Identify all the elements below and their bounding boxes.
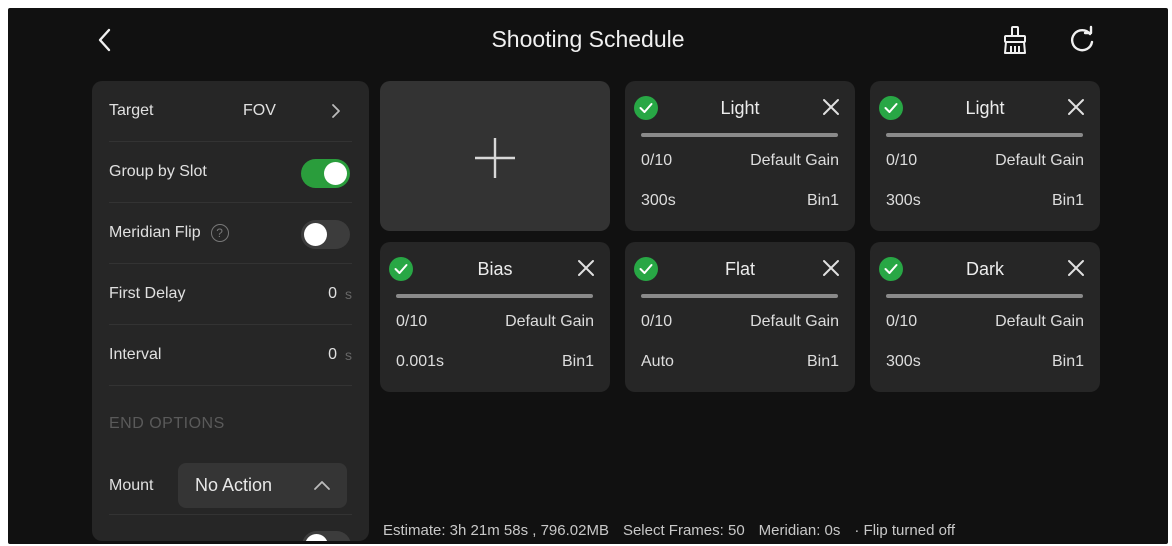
close-icon[interactable] xyxy=(821,97,841,117)
first-delay-row[interactable]: First Delay 0 s xyxy=(109,264,352,325)
exposure-value: 0.001s xyxy=(396,353,445,370)
meridian-flip-row: Meridian Flip? xyxy=(109,203,352,264)
close-icon[interactable] xyxy=(1066,258,1086,278)
frame-count: 0/10 xyxy=(641,152,673,169)
frame-count: 0/10 xyxy=(886,152,918,169)
clear-button[interactable] xyxy=(1000,24,1030,56)
progress-bar xyxy=(886,294,1083,298)
mount-selected-value: No Action xyxy=(195,475,273,495)
frame-card-light[interactable]: Light 0/10 Default Gain 300s Bin1 xyxy=(870,81,1100,231)
estimate-text: Estimate: 3h 21m 58s , 796.02MB xyxy=(383,522,609,539)
frame-card-light[interactable]: Light 0/10 Default Gain 300s Bin1 xyxy=(625,81,855,231)
settings-panel: Target FOV Group by Slot Meridian Flip? … xyxy=(92,81,369,541)
add-frame-button[interactable] xyxy=(380,81,610,231)
exposure-value: Auto xyxy=(641,353,674,370)
exposure-value: 300s xyxy=(886,192,921,209)
first-delay-unit: s xyxy=(345,286,352,302)
bin-value: Bin1 xyxy=(1051,353,1084,370)
plus-icon xyxy=(475,138,515,178)
exposure-value: 300s xyxy=(886,353,921,370)
bin-value: Bin1 xyxy=(806,192,839,209)
progress-bar xyxy=(886,133,1083,137)
toggle-knob xyxy=(305,534,328,541)
select-frames-text: Select Frames: 50 xyxy=(622,522,745,539)
end-option-toggle[interactable] xyxy=(302,531,351,541)
chevron-up-icon xyxy=(314,481,330,490)
exposure-value: 300s xyxy=(641,192,676,209)
meridian-flip-label: Meridian Flip xyxy=(109,224,201,241)
mount-label: Mount xyxy=(109,477,154,494)
frame-count: 0/10 xyxy=(641,313,673,330)
app-screen: Shooting Schedule Target FOV Group by Sl… xyxy=(8,8,1168,544)
end-options-heading: END OPTIONS xyxy=(109,415,225,432)
gain-value: Default Gain xyxy=(505,313,594,330)
frame-card-bias[interactable]: Bias 0/10 Default Gain 0.001s Bin1 xyxy=(380,242,610,392)
interval-label: Interval xyxy=(109,346,162,363)
gain-value: Default Gain xyxy=(750,313,839,330)
toggle-knob xyxy=(324,162,347,185)
bin-value: Bin1 xyxy=(561,353,594,370)
frame-card-flat[interactable]: Flat 0/10 Default Gain Auto Bin1 xyxy=(625,242,855,392)
meridian-flip-toggle[interactable] xyxy=(301,220,350,249)
top-bar: Shooting Schedule xyxy=(8,8,1168,72)
gain-value: Default Gain xyxy=(750,152,839,169)
group-by-slot-row: Group by Slot xyxy=(109,142,352,203)
chevron-right-icon xyxy=(332,104,340,118)
close-icon[interactable] xyxy=(1066,97,1086,117)
meridian-text: Meridian: 0s xyxy=(758,522,841,539)
page-title: Shooting Schedule xyxy=(491,26,685,52)
gain-value: Default Gain xyxy=(995,152,1084,169)
progress-bar xyxy=(396,294,593,298)
broom-icon xyxy=(1004,26,1026,54)
target-value: FOV xyxy=(243,102,276,119)
interval-row[interactable]: Interval 0 s xyxy=(109,325,352,386)
target-label: Target xyxy=(109,102,154,119)
bin-value: Bin1 xyxy=(806,353,839,370)
close-icon[interactable] xyxy=(821,258,841,278)
first-delay-value[interactable]: 0 xyxy=(328,285,337,303)
frame-count: 0/10 xyxy=(396,313,428,330)
refresh-button[interactable] xyxy=(1066,24,1098,56)
interval-unit: s xyxy=(345,347,352,363)
frame-card-dark[interactable]: Dark 0/10 Default Gain 300s Bin1 xyxy=(870,242,1100,392)
flip-status-text: · Flip turned off xyxy=(854,522,955,539)
divider xyxy=(109,514,352,515)
mount-select[interactable]: No Action xyxy=(178,463,347,508)
progress-bar xyxy=(641,133,838,137)
toggle-knob xyxy=(304,223,327,246)
first-delay-label: First Delay xyxy=(109,285,186,302)
refresh-icon xyxy=(1071,25,1094,52)
help-icon[interactable]: ? xyxy=(210,224,229,242)
gain-value: Default Gain xyxy=(995,313,1084,330)
frame-count: 0/10 xyxy=(886,313,918,330)
interval-value[interactable]: 0 xyxy=(328,346,337,364)
close-icon[interactable] xyxy=(576,258,596,278)
progress-bar xyxy=(641,294,838,298)
target-row[interactable]: Target FOV xyxy=(109,81,352,142)
estimate-bar: Estimate: 3h 21m 58s , 796.02MB Select Fr… xyxy=(383,522,969,539)
bin-value: Bin1 xyxy=(1051,192,1084,209)
group-by-slot-toggle[interactable] xyxy=(301,159,350,188)
